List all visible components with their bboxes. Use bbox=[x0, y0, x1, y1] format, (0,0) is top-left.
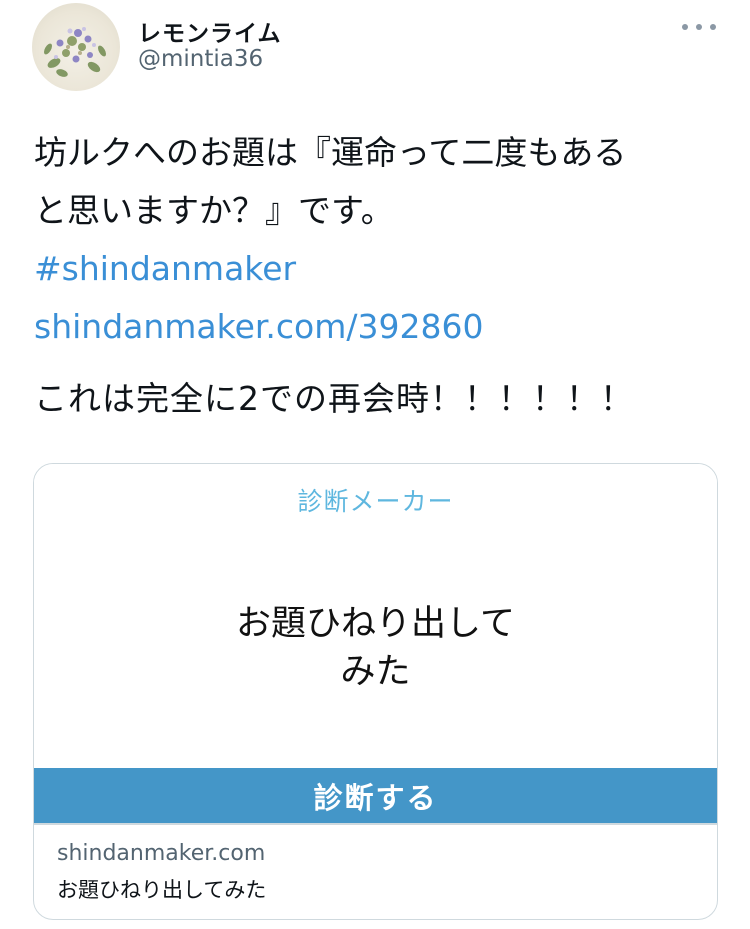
card-headline: お題ひねり出して みた bbox=[34, 600, 717, 696]
card-description: お題ひねり出してみた bbox=[57, 878, 267, 902]
user-handle[interactable]: @mintia36 bbox=[138, 46, 263, 72]
more-options-button[interactable] bbox=[682, 16, 716, 38]
hashtag-link[interactable]: #shindanmaker bbox=[34, 240, 296, 298]
avatar-image bbox=[44, 27, 106, 77]
display-name[interactable]: レモンライム bbox=[138, 14, 282, 48]
more-horizontal-icon-dot bbox=[710, 24, 716, 30]
link-preview-card[interactable]: 診断メーカー お題ひねり出して みた 診断する shindanmaker.com… bbox=[33, 463, 718, 920]
tweet-text-line: 坊ルクへのお題は『運命って二度もある bbox=[34, 133, 627, 172]
diagnose-button[interactable]: 診断する bbox=[34, 768, 717, 823]
card-image: 診断メーカー お題ひねり出して みた 診断する bbox=[34, 464, 717, 823]
more-horizontal-icon bbox=[682, 24, 688, 30]
url-link[interactable]: shindanmaker.com/392860 bbox=[34, 298, 483, 356]
tweet-text-line: と思いますか？』です。 bbox=[34, 191, 394, 230]
card-domain: shindanmaker.com bbox=[57, 841, 266, 866]
card-headline-line: お題ひねり出して bbox=[236, 604, 515, 644]
card-divider bbox=[34, 823, 717, 825]
card-site-title: 診断メーカー bbox=[297, 487, 454, 516]
card-headline-line: みた bbox=[340, 652, 411, 692]
avatar[interactable] bbox=[32, 3, 120, 91]
more-horizontal-icon-dot bbox=[696, 24, 702, 30]
tweet-text-line: これは完全に2での再会時！！！！！！ bbox=[34, 379, 634, 418]
